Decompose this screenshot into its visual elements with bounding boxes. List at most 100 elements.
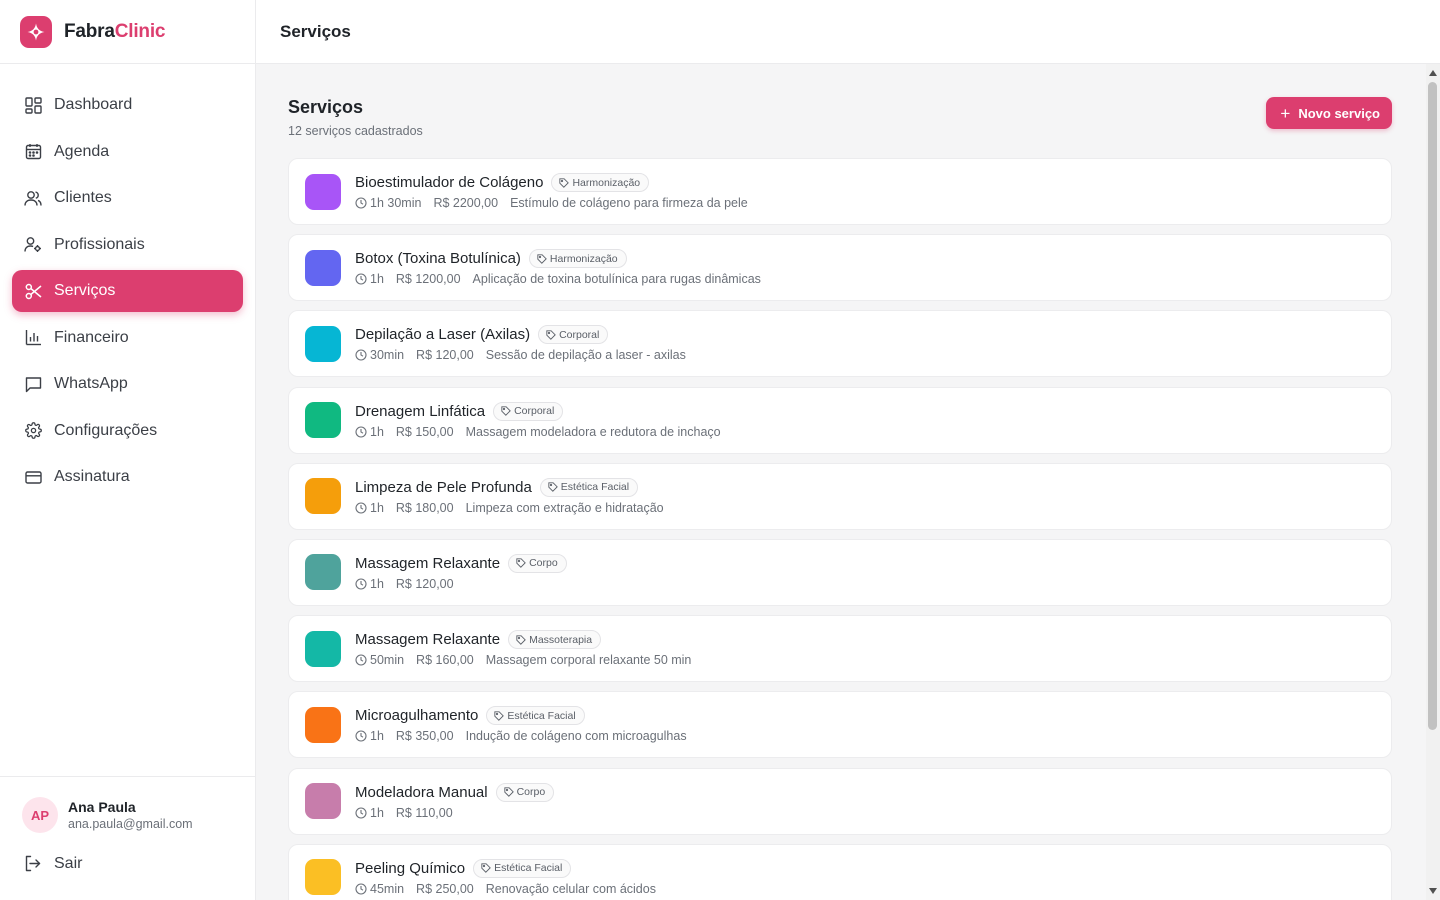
- tag-icon: [516, 558, 526, 569]
- service-name: Limpeza de Pele Profunda: [355, 478, 532, 496]
- service-category-tag: Estética Facial: [486, 706, 585, 726]
- sidebar-item-profissionais[interactable]: Profissionais: [12, 224, 243, 266]
- brand[interactable]: FabraClinic: [0, 0, 255, 64]
- topbar: Serviços: [256, 0, 1440, 64]
- tag-icon: [546, 330, 556, 340]
- service-meta: 1h R$ 110,00: [355, 806, 554, 820]
- tag-icon: [494, 711, 505, 721]
- clock-icon: [355, 197, 367, 209]
- service-price: R$ 350,00: [395, 729, 454, 744]
- service-card-top: Drenagem Linfática Corporal: [355, 401, 721, 421]
- user-email: ana.paula@gmail.com: [68, 817, 193, 831]
- service-duration: 45min: [355, 882, 404, 896]
- service-duration: 1h: [355, 806, 384, 820]
- service-card[interactable]: Microagulhamento Estética Facial 1h R$ 3…: [288, 691, 1392, 759]
- service-category-tag: Estética Facial: [473, 858, 572, 878]
- service-card[interactable]: Limpeza de Pele Profunda Estética Facial…: [288, 462, 1392, 530]
- sidebar-item-label: Configurações: [54, 421, 158, 439]
- service-color-swatch: [305, 783, 341, 819]
- tag-icon: [501, 406, 511, 416]
- clock-icon: [355, 883, 367, 895]
- service-color-swatch: [305, 478, 341, 515]
- sidebar-item-whatsapp[interactable]: WhatsApp: [12, 363, 243, 405]
- dashboard-icon: [24, 96, 42, 114]
- service-price: R$ 160,00: [416, 653, 474, 668]
- tag-icon: [537, 254, 547, 264]
- new-service-button[interactable]: + Novo serviço: [1266, 97, 1392, 129]
- clock-icon: [355, 654, 367, 666]
- service-price: R$ 120,00: [416, 348, 474, 363]
- service-name: Modeladora Manual: [355, 783, 488, 801]
- user-profile[interactable]: AP Ana Paula ana.paula@gmail.com: [22, 797, 233, 833]
- service-duration: 1h: [355, 577, 384, 591]
- scrollbar[interactable]: [1426, 64, 1440, 900]
- sidebar-item-dashboard[interactable]: Dashboard: [12, 84, 243, 126]
- service-price: R$ 1200,00: [395, 272, 461, 287]
- tag-icon: [516, 635, 526, 645]
- service-meta: 1h R$ 180,00 Limpeza com extração e hidr…: [355, 501, 664, 515]
- sidebar-item-assinatura[interactable]: Assinatura: [12, 456, 243, 498]
- service-description: Limpeza com extração e hidratação: [465, 500, 664, 515]
- sidebar-item-label: Profissionais: [54, 235, 145, 253]
- service-category-label: Corpo: [516, 786, 546, 798]
- service-duration-value: 1h: [370, 424, 384, 439]
- service-meta: 1h R$ 120,00: [355, 577, 567, 591]
- service-card-body: Drenagem Linfática Corporal 1h R$ 150,00…: [355, 401, 721, 439]
- service-card[interactable]: Massagem Relaxante Massoterapia 50min R$…: [288, 615, 1392, 683]
- sidebar-item-configuracoes[interactable]: Configurações: [12, 410, 243, 452]
- user-info: Ana Paula ana.paula@gmail.com: [68, 799, 193, 831]
- service-description: Estímulo de colágeno para firmeza da pel…: [510, 196, 748, 210]
- service-card[interactable]: Peeling Químico Estética Facial 45min R$…: [288, 843, 1392, 900]
- service-meta: 1h R$ 350,00 Indução de colágeno com mic…: [355, 729, 687, 743]
- service-card[interactable]: Depilação a Laser (Axilas) Corporal 30mi…: [288, 310, 1392, 378]
- service-meta: 50min R$ 160,00 Massagem corporal relaxa…: [355, 653, 691, 667]
- service-duration-value: 1h 30min: [370, 196, 422, 210]
- service-price: R$ 2200,00: [433, 196, 499, 210]
- service-card[interactable]: Botox (Toxina Botulínica) Harmonização 1…: [288, 234, 1392, 302]
- service-category-label: Estética Facial: [507, 709, 576, 722]
- sidebar-nav: Dashboard Agenda Clientes Profissionais …: [0, 64, 255, 498]
- sidebar-item-label: Financeiro: [54, 328, 129, 346]
- service-name: Massagem Relaxante: [355, 554, 501, 572]
- service-category-label: Corporal: [559, 328, 600, 341]
- service-color-swatch: [305, 173, 341, 210]
- user-cog-icon: [24, 236, 42, 254]
- service-card-body: Bioestimulador de Colágeno Harmonização …: [355, 173, 748, 210]
- service-category-label: Corporal: [514, 405, 555, 418]
- service-name: Peeling Químico: [355, 859, 466, 877]
- service-category-tag: Corporal: [493, 401, 564, 421]
- service-category-tag: Corpo: [508, 553, 567, 573]
- sidebar-item-servicos[interactable]: Serviços: [12, 270, 243, 312]
- service-color-swatch: [305, 706, 341, 743]
- service-price: R$ 250,00: [416, 881, 474, 896]
- service-color-swatch: [305, 402, 341, 439]
- sidebar-item-agenda[interactable]: Agenda: [12, 131, 243, 173]
- scroll-down-arrow-icon[interactable]: [1429, 888, 1437, 894]
- clock-icon: [355, 273, 367, 285]
- service-name: Massagem Relaxante: [355, 631, 501, 649]
- service-description: Massagem corporal relaxante 50 min: [485, 653, 692, 668]
- new-service-label: Novo serviço: [1298, 105, 1380, 121]
- sidebar-item-clientes[interactable]: Clientes: [12, 177, 243, 219]
- scrollbar-thumb[interactable]: [1428, 82, 1437, 730]
- service-card[interactable]: Bioestimulador de Colágeno Harmonização …: [288, 158, 1392, 225]
- service-duration-value: 1h: [370, 805, 384, 820]
- service-card[interactable]: Modeladora Manual Corpo 1h R$ 110,00: [288, 767, 1392, 835]
- logout-label: Sair: [54, 855, 83, 872]
- sidebar-item-label: Clientes: [54, 189, 112, 206]
- service-list: Bioestimulador de Colágeno Harmonização …: [288, 158, 1392, 900]
- logout-icon: [24, 855, 42, 873]
- message-icon: [24, 375, 42, 393]
- gear-icon: [24, 422, 42, 440]
- service-card[interactable]: Drenagem Linfática Corporal 1h R$ 150,00…: [288, 386, 1392, 454]
- service-meta: 30min R$ 120,00 Sessão de depilação a la…: [355, 348, 686, 362]
- service-card[interactable]: Massagem Relaxante Corpo 1h R$ 120,00: [288, 538, 1392, 606]
- service-description: Sessão de depilação a laser - axilas: [485, 348, 686, 363]
- service-card-top: Depilação a Laser (Axilas) Corporal: [355, 325, 686, 345]
- sidebar-item-financeiro[interactable]: Financeiro: [12, 317, 243, 359]
- service-duration-value: 50min: [370, 653, 405, 668]
- logout-button[interactable]: Sair: [22, 855, 233, 873]
- service-card-body: Modeladora Manual Corpo 1h R$ 110,00: [355, 782, 555, 820]
- scroll-up-arrow-icon[interactable]: [1429, 70, 1437, 76]
- service-meta: 1h R$ 150,00 Massagem modeladora e redut…: [355, 425, 721, 439]
